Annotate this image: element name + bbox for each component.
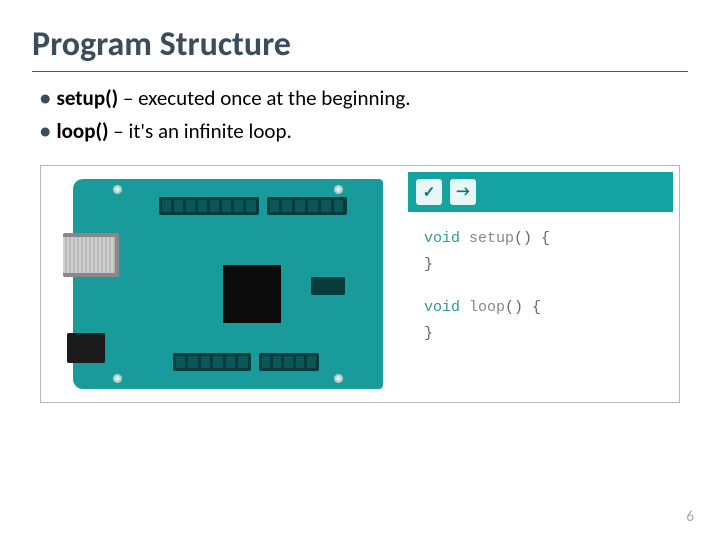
page-number: 6 [686, 508, 694, 526]
code-editor: ✓ → void setup() { } void loop() { } [408, 172, 673, 396]
arrow-right-icon: → [456, 183, 470, 201]
pin-header [267, 197, 347, 215]
bullet-dot: • [40, 118, 50, 144]
bullet-item: •loop() – it's an infinite loop. [40, 115, 688, 148]
arduino-illustration [47, 172, 408, 396]
bullet-list: •setup() – executed once at the beginnin… [40, 82, 688, 147]
upload-button[interactable]: → [450, 179, 476, 205]
usb-port-icon [63, 233, 119, 277]
pin-header [259, 353, 319, 371]
code-body: void setup() { } void loop() { } [408, 212, 673, 396]
bullet-text: – executed once at the beginning. [118, 85, 410, 111]
figure: ✓ → void setup() { } void loop() { } [40, 165, 680, 403]
bullet-text: – it's an infinite loop. [109, 118, 292, 144]
bullet-dot: • [40, 85, 50, 111]
code-setup-block: void setup() { } [424, 226, 657, 277]
editor-toolbar: ✓ → [408, 172, 673, 212]
power-jack-icon [67, 333, 105, 363]
check-icon: ✓ [423, 183, 436, 202]
bullet-item: •setup() – executed once at the beginnin… [40, 82, 688, 115]
verify-button[interactable]: ✓ [416, 179, 442, 205]
code-loop-block: void loop() { } [424, 295, 657, 346]
slide-title: Program Structure [32, 24, 688, 72]
component-icon [311, 277, 345, 295]
pin-header [173, 353, 251, 371]
pin-header [159, 197, 259, 215]
mcu-chip-icon [223, 265, 281, 323]
bullet-bold: setup() [56, 85, 118, 111]
bullet-bold: loop() [56, 118, 108, 144]
